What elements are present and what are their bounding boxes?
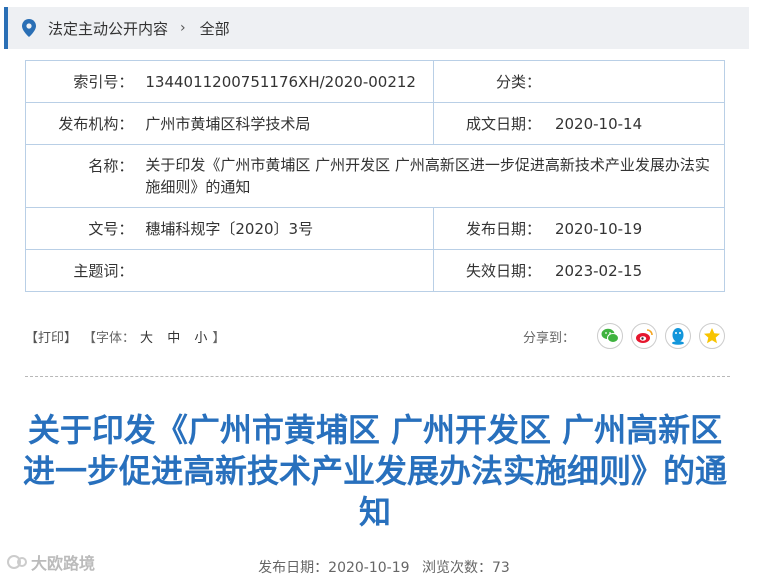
font-size-label: 【字体： [83, 330, 136, 346]
table-row: 主题词： 失效日期： 2023-02-15 [25, 249, 725, 292]
table-row: 发布机构： 广州市黄埔区科学技术局 成文日期： 2020-10-14 [25, 102, 725, 145]
font-size-large-button[interactable]: 大 [140, 331, 153, 346]
article-view-count: 浏览次数：73 [422, 560, 510, 576]
publish-date-value: 2020-10-19 [542, 207, 725, 250]
divider [25, 376, 730, 377]
breadcrumb-item-all[interactable]: 全部 [200, 18, 230, 39]
publisher-value: 广州市黄埔区科学技术局 [135, 102, 434, 145]
article-info: 发布日期：2020-10-19 浏览次数：73 [0, 557, 768, 577]
qq-icon[interactable] [665, 323, 691, 349]
expiry-date-value: 2023-02-15 [542, 249, 725, 292]
index-label: 索引号： [25, 60, 136, 103]
font-size-small-button[interactable]: 小 [194, 331, 207, 346]
font-size-medium-button[interactable]: 中 [167, 331, 180, 346]
font-size-close: 】 [212, 330, 226, 346]
table-row: 名称： 关于印发《广州市黄埔区 广州开发区 广州高新区进一步促进高新技术产业发展… [25, 144, 726, 208]
publish-date-label: 发布日期： [432, 207, 543, 250]
category-value [542, 60, 725, 103]
subject-value [135, 249, 434, 292]
name-label: 名称： [25, 144, 136, 208]
wechat-icon[interactable] [597, 323, 623, 349]
expiry-date-label: 失效日期： [432, 249, 543, 292]
chevron-right-icon: › [180, 20, 186, 36]
watermark-logo-icon [7, 555, 27, 569]
share-label: 分享到： [522, 330, 575, 346]
doc-number-label: 文号： [25, 207, 136, 250]
qzone-icon[interactable] [699, 323, 725, 349]
category-label: 分类： [432, 60, 543, 103]
document-metadata-table: 索引号： 1344011200751176XH/2020-00212 分类： 发… [25, 60, 726, 292]
share-bar: 分享到： [523, 323, 725, 349]
print-button[interactable]: 【打印】 [25, 327, 77, 346]
created-date-label: 成文日期： [432, 102, 543, 145]
table-row: 文号： 穗埔科规字〔2020〕3号 发布日期： 2020-10-19 [25, 207, 725, 250]
name-value: 关于印发《广州市黄埔区 广州开发区 广州高新区进一步促进高新技术产业发展办法实施… [135, 144, 726, 208]
breadcrumb-item-public-content[interactable]: 法定主动公开内容 [48, 18, 168, 39]
font-size-options: 大 中 小 [135, 327, 212, 346]
weibo-icon[interactable] [631, 323, 657, 349]
article-toolbar: 【打印】 【字体： 大 中 小 】 分享到： [25, 318, 725, 354]
subject-label: 主题词： [25, 249, 136, 292]
watermark-text: 大欧路境 [31, 554, 96, 573]
article-publish-date: 发布日期：2020-10-19 [258, 560, 410, 576]
watermark: 大欧路境 [6, 550, 95, 574]
article-title: 关于印发《广州市黄埔区 广州开发区 广州高新区进一步促进高新技术产业发展办法实施… [22, 411, 727, 531]
publisher-label: 发布机构： [25, 102, 136, 145]
breadcrumb: 法定主动公开内容 › 全部 [4, 7, 749, 49]
table-row: 索引号： 1344011200751176XH/2020-00212 分类： [25, 60, 725, 103]
doc-number-value: 穗埔科规字〔2020〕3号 [135, 207, 434, 250]
index-value: 1344011200751176XH/2020-00212 [135, 60, 434, 103]
created-date-value: 2020-10-14 [542, 102, 725, 145]
location-pin-icon [22, 19, 36, 37]
